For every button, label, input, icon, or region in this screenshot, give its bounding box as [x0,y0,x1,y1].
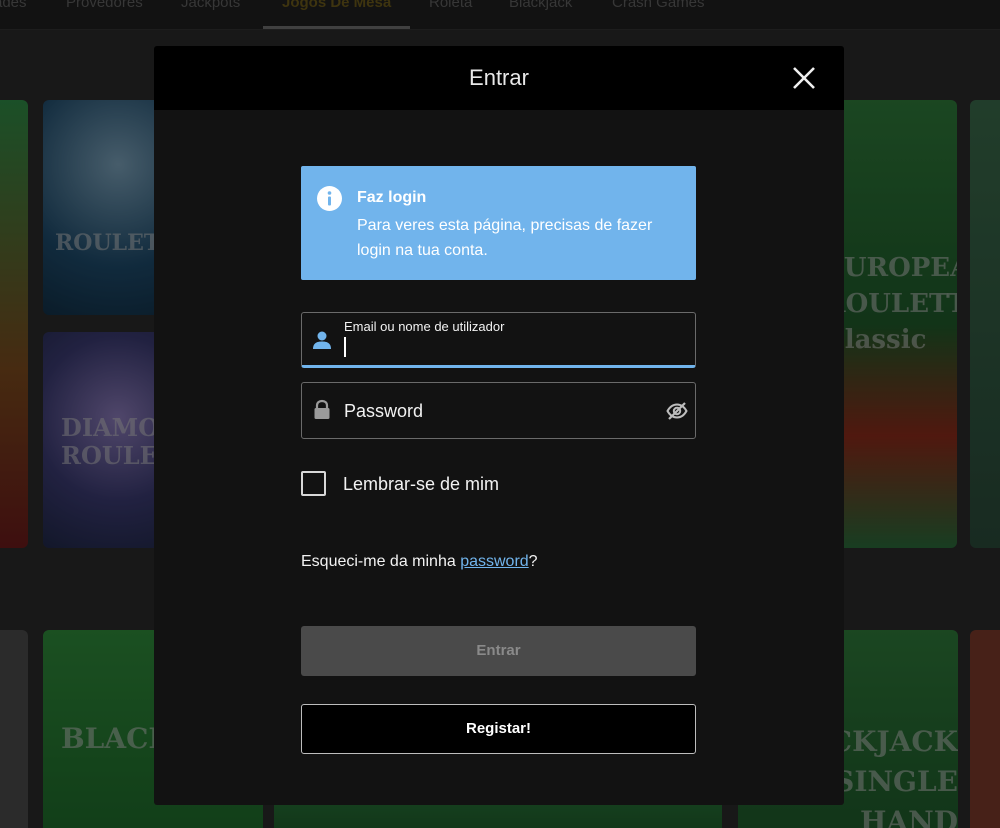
email-field-label: Email ou nome de utilizador [344,319,505,334]
login-required-alert: Faz login Para veres esta página, precis… [301,166,696,280]
eye-off-icon [666,402,688,420]
forgot-prefix: Esqueci-me da minha [301,553,461,570]
toggle-password-visibility-button[interactable] [666,400,688,422]
alert-title: Faz login [357,189,427,206]
password-placeholder: Password [344,401,424,421]
forgot-password-link[interactable]: password [460,553,528,570]
forgot-password-text: Esqueci-me da minha password? [301,553,538,571]
alert-text: Para veres esta página, precisas de faze… [357,217,653,259]
lock-icon [314,399,330,419]
close-icon [793,67,815,89]
remember-me-checkbox[interactable] [301,471,326,496]
forgot-suffix: ? [528,553,538,570]
email-field[interactable]: Email ou nome de utilizador [301,312,696,368]
modal-title: Entrar [469,65,529,90]
register-button[interactable]: Registar! [301,704,696,754]
login-button[interactable]: Entrar [301,626,696,676]
text-caret [344,337,346,357]
remember-me-label[interactable]: Lembrar-se de mim [343,474,499,495]
password-field[interactable]: Password [301,382,696,439]
user-icon [313,331,331,349]
login-modal: Entrar Faz login Para veres esta página,… [154,46,844,805]
info-icon [317,186,342,211]
close-button[interactable] [790,64,818,92]
modal-header: Entrar [154,46,844,110]
